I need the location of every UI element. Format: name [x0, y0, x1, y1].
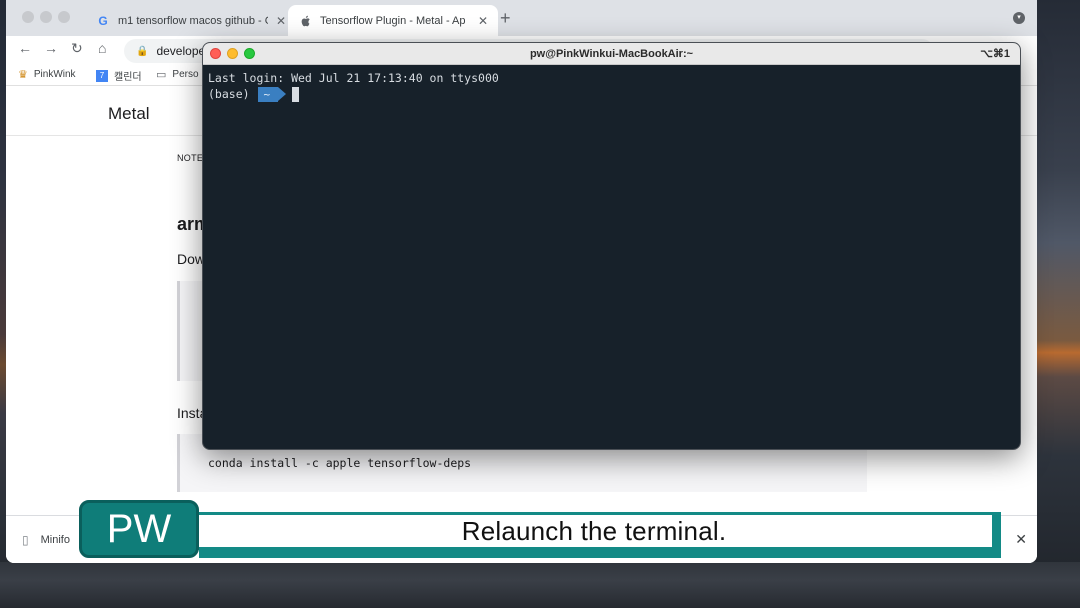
home-icon[interactable]: ⌂ [98, 40, 106, 56]
subtitle-overlay: Relaunch the terminal. PW [79, 500, 1001, 560]
prompt-directory: ~ [257, 86, 286, 102]
lock-icon: 🔒 [136, 45, 149, 57]
paragraph-download: Dow [177, 251, 206, 267]
apple-icon [298, 14, 312, 28]
tab-strip: G m1 tensorflow macos github - G ✕ Tenso… [6, 0, 1037, 36]
note-label: NOTE [177, 153, 204, 163]
crown-icon: ♛ [18, 69, 28, 81]
close-tab-icon[interactable]: ✕ [276, 14, 286, 28]
tab-google-search[interactable]: G m1 tensorflow macos github - G ✕ [86, 5, 296, 36]
window-close-button[interactable] [22, 11, 34, 23]
download-item[interactable]: ▯ Minifo [22, 533, 70, 547]
subtitle-badge: PW [79, 500, 199, 558]
conda-env: (base) [208, 87, 250, 101]
tab-title: m1 tensorflow macos github - G [118, 14, 268, 27]
code-text: conda install -c apple tensorflow-deps [208, 456, 472, 470]
close-download-bar-icon[interactable]: ✕ [1015, 531, 1027, 548]
terminal-output[interactable]: Last login: Wed Jul 21 17:13:40 on ttys0… [208, 70, 1015, 449]
tab-tensorflow-plugin[interactable]: Tensorflow Plugin - Metal - Ap ✕ [288, 5, 499, 36]
last-login-line: Last login: Wed Jul 21 17:13:40 on ttys0… [208, 71, 499, 85]
tab-search-icon[interactable]: ▾ [1013, 12, 1025, 24]
address-text: develope [156, 44, 206, 58]
terminal-close-button[interactable] [210, 48, 221, 59]
reload-icon[interactable]: ↻ [71, 40, 83, 57]
bookmark-label: 캘린더 [114, 72, 142, 83]
new-tab-button[interactable]: + [500, 8, 511, 29]
desktop-wallpaper [1036, 0, 1080, 608]
desktop-wallpaper-bottom [0, 562, 1080, 608]
folder-icon: ▭ [156, 69, 167, 81]
terminal-title: pw@PinkWinkui-MacBookAir:~ [529, 48, 694, 60]
back-arrow-icon[interactable]: ← [18, 40, 32, 56]
terminal-window[interactable]: pw@PinkWinkui-MacBookAir:~ ⌥⌘1 Last logi… [202, 42, 1021, 450]
window-minimize-button[interactable] [40, 11, 52, 23]
terminal-cursor [292, 86, 300, 102]
window-zoom-button[interactable] [58, 11, 70, 23]
terminal-minimize-button[interactable] [227, 48, 238, 59]
calendar-icon: 7 [96, 69, 108, 82]
google-icon: G [98, 13, 108, 28]
forward-arrow-icon[interactable]: → [44, 40, 58, 56]
terminal-shortcut: ⌥⌘1 [980, 48, 1010, 60]
bookmark-label: Perso [172, 69, 199, 80]
bookmark-label: PinkWink [33, 69, 76, 80]
prompt-line: (base) ~ [208, 86, 1015, 102]
subtitle-text: Relaunch the terminal. [193, 512, 995, 550]
site-title[interactable]: Metal [108, 104, 150, 124]
bookmark-pinkwink[interactable]: ♛ PinkWink [18, 68, 76, 81]
download-filename: Minifo [40, 534, 70, 546]
tab-title: Tensorflow Plugin - Metal - Ap [320, 14, 466, 27]
terminal-titlebar[interactable]: pw@PinkWinkui-MacBookAir:~ ⌥⌘1 [203, 43, 1020, 65]
file-icon: ▯ [22, 533, 29, 547]
terminal-zoom-button[interactable] [244, 48, 255, 59]
bookmark-calendar[interactable]: 7 캘린더 [96, 68, 142, 83]
close-tab-icon[interactable]: ✕ [478, 14, 488, 28]
bookmark-folder[interactable]: ▭ Perso [156, 68, 199, 81]
